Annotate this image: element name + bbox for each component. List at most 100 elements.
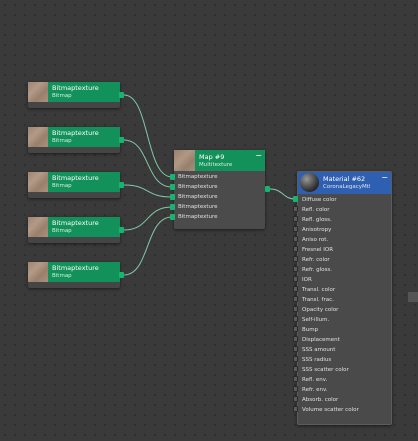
input-port[interactable] bbox=[293, 406, 298, 412]
input-port[interactable] bbox=[293, 366, 298, 372]
node-type: Bitmap bbox=[52, 183, 72, 189]
node-header[interactable]: Bitmaptexture Bitmap bbox=[28, 172, 120, 192]
collapse-button[interactable]: − bbox=[381, 173, 388, 182]
material-slot-label: Refl. gloss. bbox=[302, 217, 332, 223]
input-port[interactable] bbox=[293, 286, 298, 292]
input-slot-label: Bitmaptexture bbox=[178, 204, 218, 210]
input-port[interactable] bbox=[293, 346, 298, 352]
texture-thumbnail bbox=[174, 150, 195, 171]
input-port[interactable] bbox=[293, 336, 298, 342]
output-port[interactable] bbox=[119, 272, 124, 278]
wire-bitmap-4 bbox=[123, 206, 173, 231]
texture-thumbnail bbox=[28, 127, 48, 147]
wire-bitmap-3 bbox=[123, 184, 173, 198]
material-slot-label: SSS radius bbox=[302, 357, 332, 363]
side-panel-tab[interactable] bbox=[408, 292, 418, 302]
input-port[interactable] bbox=[293, 316, 298, 322]
output-port[interactable] bbox=[119, 227, 124, 233]
texture-thumbnail bbox=[28, 172, 48, 192]
bitmap-node[interactable]: Bitmaptexture Bitmap bbox=[28, 127, 124, 153]
input-port[interactable] bbox=[293, 276, 298, 282]
material-slot-label: Refr. env. bbox=[302, 387, 328, 393]
material-slot-label: SSS scatter color bbox=[302, 367, 349, 373]
material-slot-label: Self-illum. bbox=[302, 317, 330, 323]
wire-bitmap-5 bbox=[123, 216, 173, 276]
input-port[interactable] bbox=[293, 376, 298, 382]
material-slot-label: Aniso rot. bbox=[302, 237, 329, 243]
node-title: Bitmaptexture bbox=[52, 84, 99, 92]
material-slot-label: Refr. color bbox=[302, 257, 330, 263]
node-header[interactable]: Bitmaptexture Bitmap bbox=[28, 217, 120, 237]
output-port[interactable] bbox=[265, 186, 270, 192]
material-slot-label: Diffuse color bbox=[302, 197, 337, 203]
node-title: Map #9 bbox=[199, 153, 225, 161]
output-port[interactable] bbox=[119, 137, 124, 143]
multitexture-node[interactable]: Map #9 Multitexture − Bitmaptexture Bitm… bbox=[174, 150, 265, 229]
input-port[interactable] bbox=[293, 266, 298, 272]
node-header[interactable]: Material #62 CoronaLegacyMtl − bbox=[298, 172, 391, 194]
material-slot-label: Refr. gloss. bbox=[302, 267, 333, 273]
node-type: CoronaLegacyMtl bbox=[323, 184, 371, 190]
input-port[interactable] bbox=[293, 396, 298, 402]
node-header[interactable]: Bitmaptexture Bitmap bbox=[28, 262, 120, 282]
input-slot-label: Bitmaptexture bbox=[178, 214, 218, 220]
material-slot-label: Fresnel IOR bbox=[302, 247, 334, 253]
material-node[interactable]: Material #62 CoronaLegacyMtl − Diffuse c… bbox=[297, 171, 392, 425]
material-slot-label: Transl. color bbox=[302, 287, 336, 293]
node-type: Bitmap bbox=[52, 138, 72, 144]
material-slot-label: Refl. color bbox=[302, 207, 330, 213]
input-port[interactable] bbox=[293, 306, 298, 312]
node-type: Bitmap bbox=[52, 93, 72, 99]
material-preview-sphere bbox=[300, 173, 319, 192]
input-port[interactable] bbox=[293, 216, 298, 222]
input-port[interactable] bbox=[293, 206, 298, 212]
material-slot-label: Displacement bbox=[302, 337, 340, 343]
material-slot-label: Bump bbox=[302, 327, 319, 333]
node-header[interactable]: Map #9 Multitexture − bbox=[174, 150, 265, 171]
node-type: Multitexture bbox=[199, 162, 233, 168]
input-port[interactable] bbox=[293, 256, 298, 262]
material-slot-label: Transl. frac. bbox=[302, 297, 334, 303]
input-slot-label: Bitmaptexture bbox=[178, 174, 218, 180]
node-header[interactable]: Bitmaptexture Bitmap bbox=[28, 82, 120, 102]
bitmap-node[interactable]: Bitmaptexture Bitmap bbox=[28, 217, 124, 243]
wire-bitmap-1 bbox=[123, 94, 173, 178]
material-slot-label: Absorb. color bbox=[302, 397, 339, 403]
input-port[interactable] bbox=[293, 356, 298, 362]
wire-bitmap-2 bbox=[123, 139, 173, 188]
input-port[interactable] bbox=[293, 226, 298, 232]
bitmap-node[interactable]: Bitmaptexture Bitmap bbox=[28, 262, 124, 288]
material-slot-label: IOR bbox=[302, 277, 312, 283]
node-header[interactable]: Bitmaptexture Bitmap bbox=[28, 127, 120, 147]
output-port[interactable] bbox=[119, 92, 124, 98]
material-slot-label: SSS amount bbox=[302, 347, 336, 353]
node-type: Bitmap bbox=[52, 273, 72, 279]
material-slot-label: Anisotropy bbox=[302, 227, 332, 233]
node-title: Material #62 bbox=[323, 175, 366, 183]
input-port[interactable] bbox=[293, 246, 298, 252]
input-slot-label: Bitmaptexture bbox=[178, 184, 218, 190]
input-port[interactable] bbox=[293, 386, 298, 392]
input-port[interactable] bbox=[293, 326, 298, 332]
input-port[interactable] bbox=[293, 296, 298, 302]
output-port[interactable] bbox=[119, 182, 124, 188]
input-port-diffuse-color[interactable] bbox=[293, 196, 298, 202]
node-title: Bitmaptexture bbox=[52, 264, 99, 272]
collapse-button[interactable]: − bbox=[255, 151, 262, 160]
input-port[interactable] bbox=[170, 214, 175, 220]
input-port[interactable] bbox=[170, 194, 175, 200]
bitmap-node[interactable]: Bitmaptexture Bitmap bbox=[28, 82, 124, 108]
input-port[interactable] bbox=[170, 184, 175, 190]
material-slot-label: Opacity color bbox=[302, 307, 339, 313]
node-title: Bitmaptexture bbox=[52, 219, 99, 227]
node-title: Bitmaptexture bbox=[52, 174, 99, 182]
texture-thumbnail bbox=[28, 217, 48, 237]
input-port[interactable] bbox=[170, 204, 175, 210]
wire-multi-to-material bbox=[269, 188, 296, 200]
material-slot-label: Volume scatter color bbox=[302, 407, 359, 413]
input-slot-label: Bitmaptexture bbox=[178, 194, 218, 200]
bitmap-node[interactable]: Bitmaptexture Bitmap bbox=[28, 172, 124, 198]
node-type: Bitmap bbox=[52, 228, 72, 234]
input-port[interactable] bbox=[170, 174, 175, 180]
input-port[interactable] bbox=[293, 236, 298, 242]
